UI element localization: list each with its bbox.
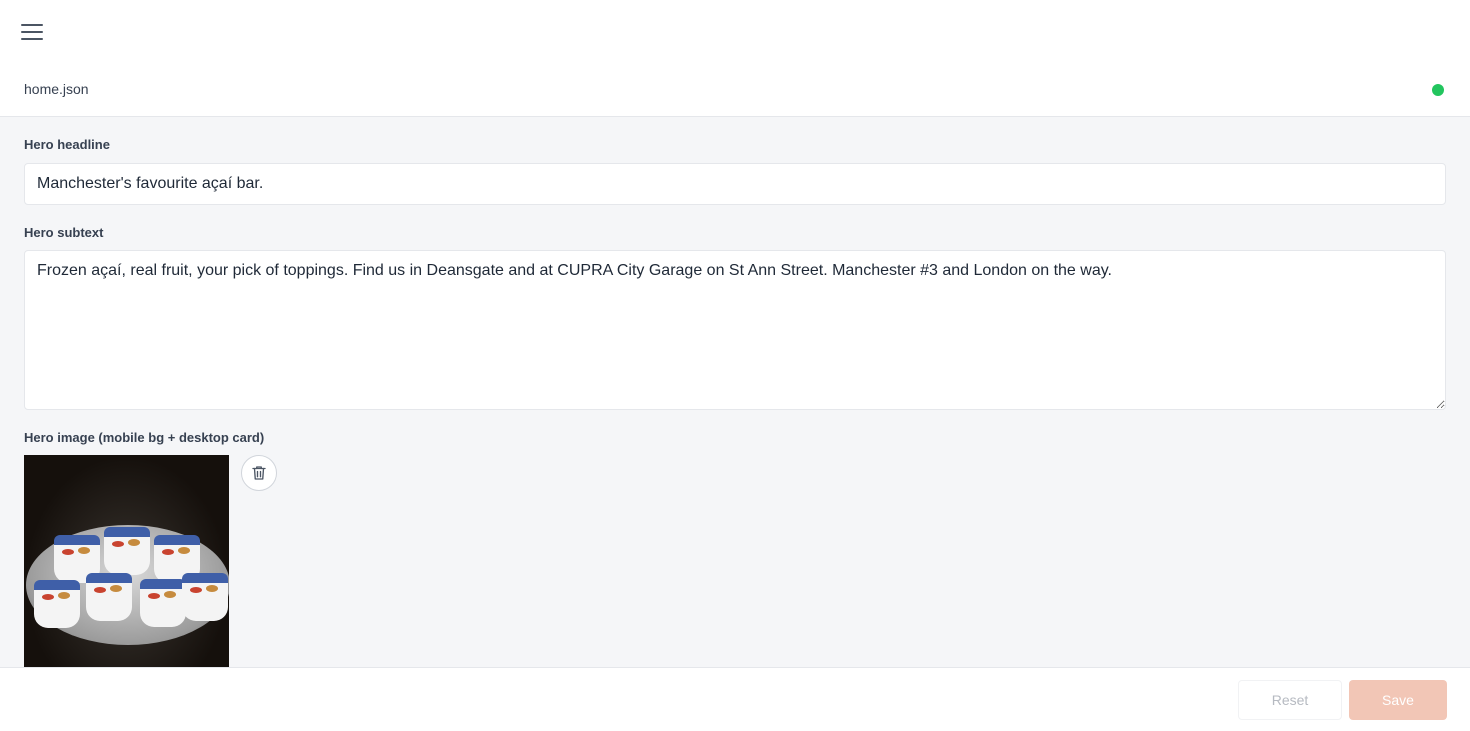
hero-headline-label: Hero headline bbox=[24, 137, 110, 152]
acai-cup bbox=[34, 580, 80, 628]
editor-content: Hero headline Hero subtext Frozen açaí, … bbox=[0, 117, 1470, 667]
hamburger-menu-icon[interactable] bbox=[18, 18, 46, 46]
footer-bar: Reset Save bbox=[0, 667, 1470, 731]
acai-cup bbox=[104, 527, 150, 575]
hero-image-preview bbox=[24, 455, 229, 667]
acai-cup bbox=[182, 573, 228, 621]
top-bar: home.json bbox=[0, 0, 1470, 117]
hero-image-label: Hero image (mobile bg + desktop card) bbox=[24, 430, 265, 445]
status-indicator bbox=[1432, 84, 1444, 96]
acai-cup bbox=[86, 573, 132, 621]
trash-icon bbox=[252, 466, 266, 480]
hero-subtext-label: Hero subtext bbox=[24, 225, 104, 240]
reset-button[interactable]: Reset bbox=[1238, 680, 1342, 720]
delete-image-button[interactable] bbox=[241, 455, 277, 491]
file-name: home.json bbox=[24, 81, 89, 97]
hero-subtext-textarea[interactable]: Frozen açaí, real fruit, your pick of to… bbox=[24, 250, 1446, 410]
save-button[interactable]: Save bbox=[1349, 680, 1447, 720]
acai-cup bbox=[140, 579, 186, 627]
hero-headline-input[interactable] bbox=[24, 163, 1446, 205]
